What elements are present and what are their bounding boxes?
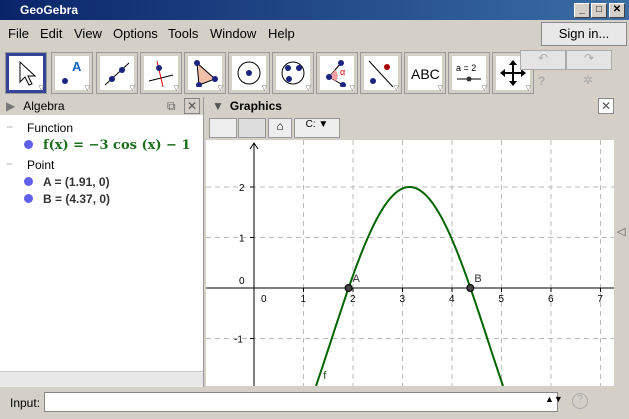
input-history-arrows-icon[interactable]: ▲▼ — [545, 394, 563, 404]
input-field[interactable] — [44, 392, 558, 412]
line-tool[interactable]: ▽ — [96, 52, 138, 94]
input-label: Input: — [10, 396, 41, 410]
polygon-icon — [194, 60, 218, 87]
y-tick-label: 2 — [239, 183, 245, 194]
graphics-view[interactable]: 0 1 2 3 4 5 6 7 2 1 0 -1 f A B — [206, 140, 614, 386]
circle-icon — [237, 61, 261, 85]
horizontal-scrollbar[interactable] — [0, 371, 203, 387]
line-icon — [104, 62, 130, 86]
polygon-tool[interactable]: ▽ — [184, 52, 226, 94]
group-function: Function — [27, 121, 74, 135]
point-B — [466, 284, 475, 292]
graphics-canvas[interactable]: 0 1 2 3 4 5 6 7 2 1 0 -1 f A B — [206, 140, 614, 386]
x-tick-label: 7 — [598, 294, 604, 305]
point-label: A — [353, 273, 361, 285]
x-tick-label: 2 — [350, 294, 356, 305]
title-bar: GeoGebra _ □ ✕ — [0, 0, 629, 20]
point-icon: A — [62, 59, 82, 84]
undo-button[interactable]: ↶ — [520, 50, 566, 70]
visibility-dot-icon[interactable] — [24, 140, 33, 149]
text-icon: ABC — [411, 66, 439, 82]
menu-options[interactable]: Options — [113, 26, 158, 41]
point-tool[interactable]: A ▽ — [51, 52, 93, 94]
circle-three-points-icon — [281, 61, 305, 85]
svg-text:ABC: ABC — [411, 66, 439, 82]
help-icon[interactable]: ? — [538, 74, 545, 88]
x-tick-label: 5 — [499, 294, 505, 305]
move-tool[interactable]: ▽ — [5, 52, 47, 94]
slider-tool[interactable]: a = 2 ▽ — [448, 52, 490, 94]
visibility-dot-icon[interactable] — [24, 194, 33, 203]
circle-center-tool[interactable]: ▽ — [228, 52, 270, 94]
x-tick-label: 6 — [548, 294, 554, 305]
x-tick-label: 1 — [301, 294, 307, 305]
algebra-view: ▶ Algebra ⧉ ✕ − Function f(x) = −3 cos (x… — [0, 97, 204, 387]
algebra-title: Algebra — [23, 99, 65, 113]
graphics-title: Graphics — [229, 99, 282, 113]
point-capture-dropdown[interactable]: C: ▼ — [294, 118, 340, 138]
point-label: B — [474, 273, 481, 285]
reflect-icon — [368, 60, 394, 87]
arrow-icon — [19, 60, 37, 86]
menu-help[interactable]: Help — [268, 26, 295, 41]
svg-text:α: α — [340, 67, 345, 77]
window-title: GeoGebra — [20, 3, 79, 17]
undock-icon[interactable]: ⧉ — [167, 97, 176, 115]
sign-in-button[interactable]: Sign in... — [541, 22, 627, 46]
menu-view[interactable]: View — [74, 26, 102, 41]
group-point: Point — [27, 158, 55, 172]
minimize-button[interactable]: _ — [574, 3, 590, 18]
list-item[interactable]: A = (1.91, 0) — [24, 175, 110, 189]
input-help-icon[interactable]: ? — [572, 393, 588, 409]
angle-tool[interactable]: α ▽ — [316, 52, 358, 94]
menu-bar: File Edit View Options Tools Window Help — [0, 22, 629, 44]
menu-edit[interactable]: Edit — [40, 26, 62, 41]
toggle-grid-button[interactable] — [238, 118, 266, 138]
x-tick-label: 4 — [449, 294, 455, 305]
point-A — [344, 284, 353, 292]
slider-icon: a = 2 — [456, 63, 481, 82]
graphics-header: ▼ Graphics ✕ — [206, 97, 616, 115]
y-tick-label: 0 — [239, 276, 245, 287]
visibility-dot-icon[interactable] — [24, 177, 33, 186]
menu-window[interactable]: Window — [210, 26, 256, 41]
circle-three-points-tool[interactable]: ▽ — [272, 52, 314, 94]
close-graphics-button[interactable]: ✕ — [598, 98, 614, 114]
function-label: f — [323, 370, 327, 382]
perpendicular-line-tool[interactable]: ▽ — [140, 52, 182, 94]
close-algebra-button[interactable]: ✕ — [184, 98, 200, 114]
graphics-style-bar: ⌂ C: ▼ — [206, 117, 616, 139]
close-button[interactable]: ✕ — [609, 3, 625, 18]
svg-text:A: A — [72, 59, 82, 74]
angle-icon: α — [326, 60, 346, 87]
maximize-button[interactable]: □ — [591, 3, 607, 18]
home-icon[interactable]: ⌂ — [268, 118, 292, 138]
expand-panel-icon[interactable]: ◁ — [617, 225, 625, 238]
perpendicular-icon — [148, 60, 174, 87]
y-tick-label: -1 — [234, 335, 243, 346]
reflect-tool[interactable]: ▽ — [360, 52, 402, 94]
function-curve — [315, 186, 504, 386]
text-tool[interactable]: ABC ▽ — [404, 52, 446, 94]
x-tick-label: 3 — [400, 294, 406, 305]
svg-text:a = 2: a = 2 — [456, 63, 476, 73]
settings-gear-icon[interactable]: ✲ — [583, 73, 593, 87]
menu-file[interactable]: File — [8, 26, 29, 41]
algebra-header: ▶ Algebra ⧉ ✕ — [0, 97, 203, 115]
list-item[interactable]: f(x) = −3 cos (x) − 1 — [24, 138, 191, 153]
list-item[interactable]: B = (4.37, 0) — [24, 192, 110, 206]
menu-tools[interactable]: Tools — [168, 26, 198, 41]
x-tick-label: 0 — [261, 294, 267, 305]
y-tick-label: 1 — [239, 234, 245, 245]
input-bar: Input: ▲▼ ? — [0, 389, 629, 419]
redo-button[interactable]: ↷ — [566, 50, 612, 70]
toggle-axes-button[interactable] — [209, 118, 237, 138]
